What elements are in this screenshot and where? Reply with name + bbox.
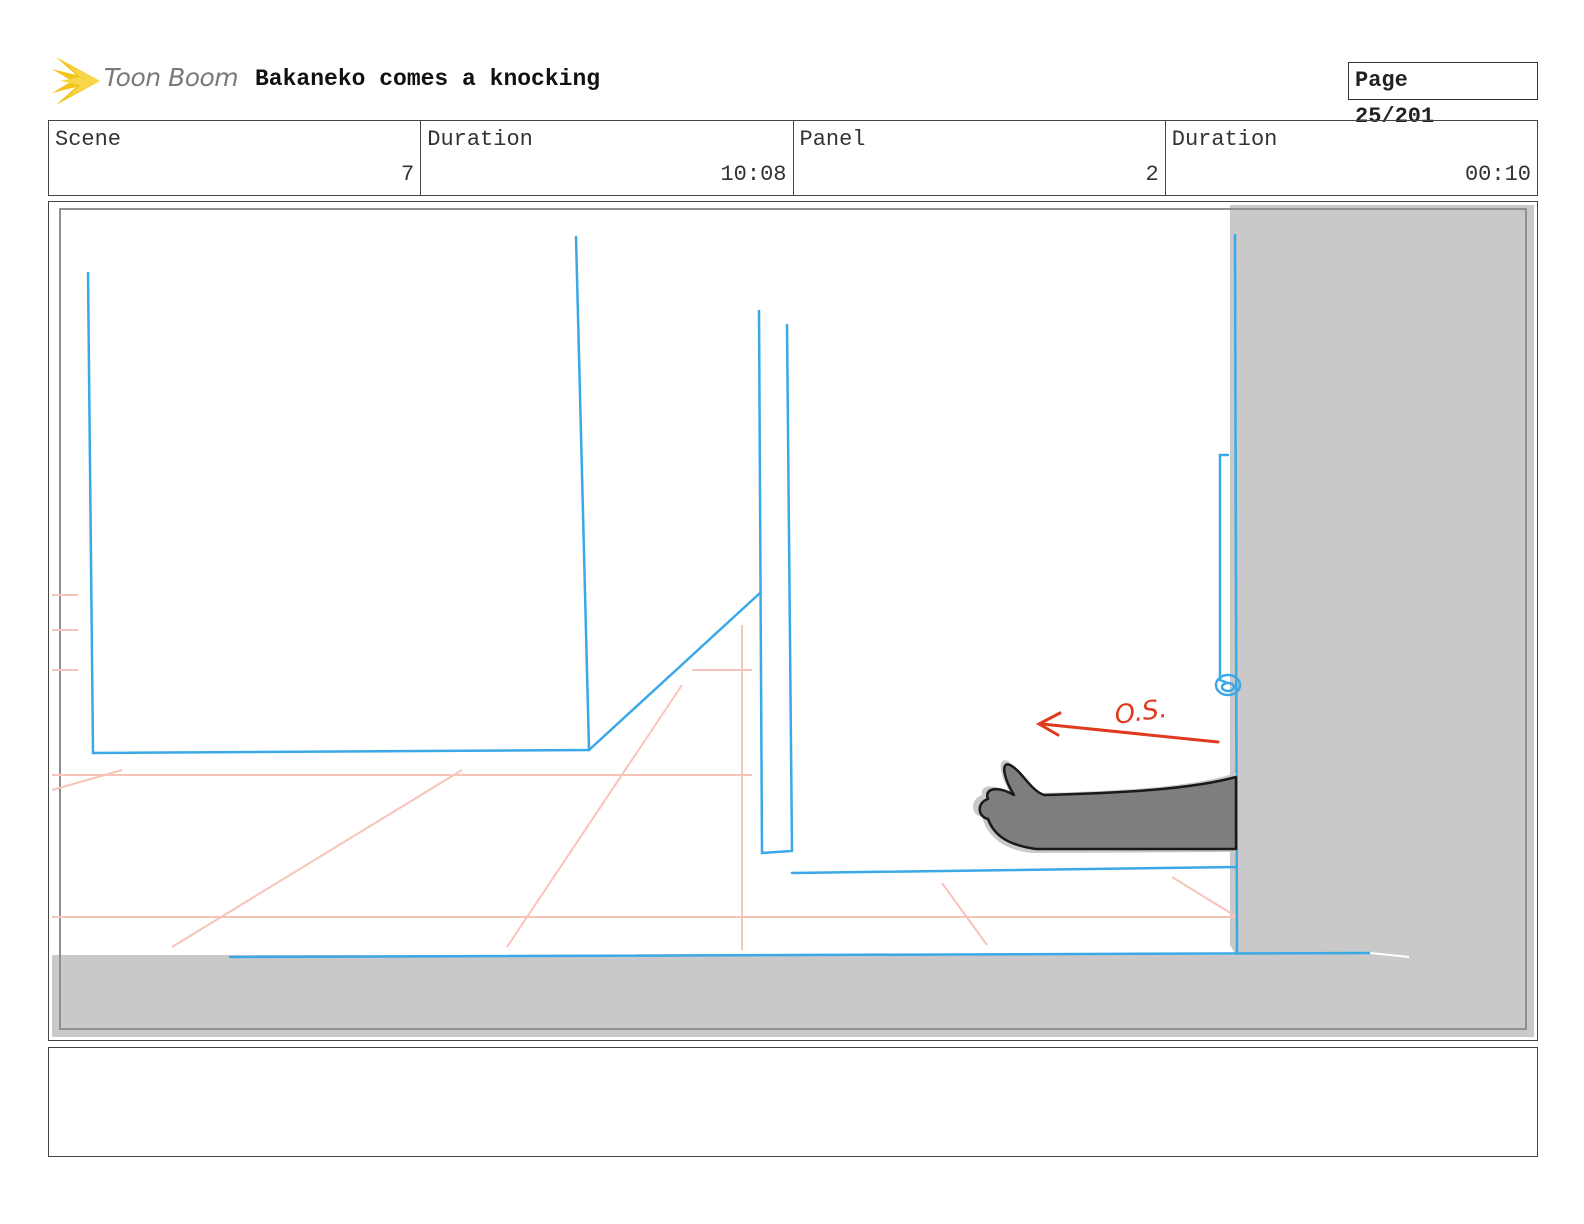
panel-notes-box[interactable] (48, 1047, 1538, 1157)
scene-label: Scene (55, 127, 122, 152)
scene-value: 7 (401, 162, 415, 187)
scene-duration-value: 10:08 (720, 162, 787, 187)
storyboard-title: Bakaneko comes a knocking (255, 66, 601, 92)
wall-shadow (1230, 205, 1534, 1037)
panel-drawing: O.S. (52, 205, 1534, 1037)
panel-duration-value: 00:10 (1464, 162, 1531, 187)
scene-cell: Scene 7 (49, 121, 422, 195)
panel-info-row: Scene 7 Duration 10:08 Panel 2 Duration … (48, 120, 1538, 196)
toon-boom-logo: Toon Boom (50, 55, 240, 107)
scene-duration-cell: Duration 10:08 (421, 121, 794, 195)
panel-duration-cell: Duration 00:10 (1166, 121, 1537, 195)
os-label: O.S. (1113, 694, 1169, 731)
panel-value: 2 (1145, 162, 1159, 187)
panel-duration-label: Duration (1171, 127, 1278, 152)
starburst-icon (52, 57, 100, 105)
arm-figure (973, 760, 1238, 853)
panel-label: Panel (799, 127, 866, 152)
page-label: Page (1355, 68, 1408, 93)
logo-text: Toon Boom (104, 63, 239, 92)
scene-duration-label: Duration (427, 127, 533, 152)
panel-cell: Panel 2 (794, 121, 1166, 195)
perspective-guides (52, 594, 1238, 950)
page-indicator: Page 25/201 (1348, 62, 1538, 129)
